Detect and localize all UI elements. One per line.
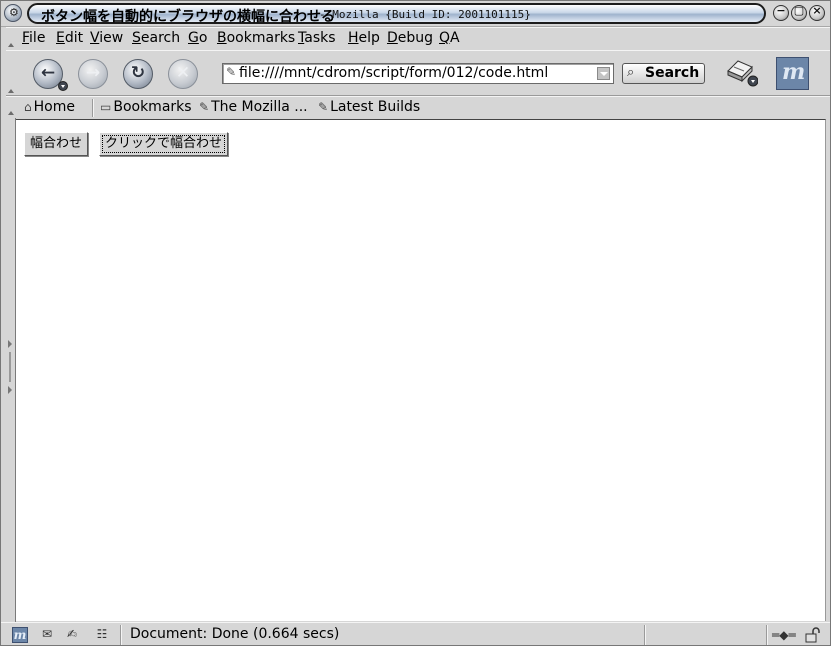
- sidebar-grip-bar[interactable]: [9, 352, 11, 382]
- personal-toolbar: ⌂ Home ▭ Bookmarks ✎ The Mozilla ... ✎ Lates…: [6, 96, 831, 118]
- menu-go[interactable]: Go: [188, 30, 207, 46]
- menu-debug[interactable]: Debug: [387, 30, 433, 46]
- throbber-letter: m: [782, 59, 806, 85]
- stop-button[interactable]: ✕: [168, 59, 198, 89]
- window-menu-icon: ⚙: [9, 6, 19, 19]
- minimize-button[interactable]: −: [773, 4, 789, 21]
- online-status-icon[interactable]: ═◆═: [772, 628, 796, 642]
- sidebar-splitter[interactable]: [0, 118, 16, 622]
- stop-icon: ✕: [175, 63, 191, 83]
- mozilla-throbber-icon[interactable]: m: [776, 57, 809, 90]
- address-book-icon[interactable]: ☷: [93, 627, 111, 643]
- title-bar: ⚙ ボタン幅を自動的にブラウザの横幅に合わせる - Mozilla {Build…: [0, 0, 831, 27]
- reload-button[interactable]: ↻: [123, 59, 153, 89]
- menu-bar: File Edit View Search Go Bookmarks Tasks…: [6, 27, 831, 50]
- bookmarks-button[interactable]: ▭ Bookmarks: [100, 99, 192, 115]
- navigation-toolbar: ← → ↻ ✕ ✎ file:////mnt/cdrom/script/form…: [6, 50, 831, 96]
- home-label: Home: [33, 99, 75, 115]
- mail-icon[interactable]: ✉: [38, 627, 56, 643]
- menu-view[interactable]: View: [90, 30, 123, 46]
- menu-help[interactable]: Help: [348, 30, 380, 46]
- window-app-title: - Mozilla {Build ID: 2001101115}: [319, 8, 531, 21]
- navbar-grip[interactable]: [6, 51, 14, 97]
- menubar-grip[interactable]: [6, 28, 14, 51]
- maximize-icon: ▢: [793, 4, 805, 17]
- search-button-label: Search: [645, 65, 700, 81]
- bookmark-the-mozilla-label: The Mozilla ...: [211, 99, 308, 115]
- title-pill[interactable]: ボタン幅を自動的にブラウザの横幅に合わせる - Mozilla {Build I…: [27, 3, 766, 25]
- folder-icon: ▭: [100, 100, 112, 114]
- security-lock-icon[interactable]: [805, 627, 821, 643]
- menu-search[interactable]: Search: [132, 30, 180, 46]
- minimize-icon: −: [776, 4, 786, 17]
- composer-icon[interactable]: ✍: [63, 627, 81, 643]
- search-button[interactable]: ⌕ Search: [622, 63, 705, 84]
- close-button[interactable]: ×: [809, 4, 825, 21]
- back-arrow-icon: ←: [40, 63, 56, 83]
- bookmarks-label: Bookmarks: [113, 99, 192, 115]
- bookmark-the-mozilla[interactable]: ✎ The Mozilla ...: [199, 99, 308, 115]
- status-separator: [766, 625, 768, 645]
- forward-button[interactable]: →: [78, 59, 108, 89]
- navigator-icon[interactable]: m: [12, 627, 28, 643]
- maximize-button[interactable]: ▢: [791, 4, 807, 21]
- forward-arrow-icon: →: [85, 63, 101, 83]
- close-icon: ×: [812, 4, 822, 17]
- back-dropdown-icon[interactable]: [58, 81, 68, 91]
- status-separator: [120, 625, 122, 645]
- menu-file[interactable]: File: [22, 30, 45, 46]
- magnifier-icon: ⌕: [627, 65, 635, 80]
- click-to-fit-width-button[interactable]: クリックで幅合わせ: [99, 132, 229, 156]
- bookmark-latest-builds[interactable]: ✎ Latest Builds: [318, 99, 420, 115]
- url-input[interactable]: file:////mnt/cdrom/script/form/012/code.…: [239, 65, 548, 81]
- window-title: ボタン幅を自動的にブラウザの横幅に合わせる: [41, 9, 335, 25]
- bookmark-link-icon: ✎: [318, 100, 329, 114]
- status-separator: [644, 625, 646, 645]
- window-menu-button[interactable]: ⚙: [4, 4, 22, 22]
- status-bar: m ✉ ✍ ☷ Document: Done (0.664 secs) ═◆═: [0, 622, 831, 646]
- toolbar-separator: [92, 99, 94, 117]
- menu-edit[interactable]: Edit: [56, 30, 83, 46]
- page-content: 幅合わせ クリックで幅合わせ: [16, 119, 826, 621]
- bookmark-latest-builds-label: Latest Builds: [330, 99, 421, 115]
- sidebar-expand-arrow-icon[interactable]: [8, 386, 12, 394]
- fit-width-button[interactable]: 幅合わせ: [24, 132, 89, 156]
- url-bar[interactable]: ✎ file:////mnt/cdrom/script/form/012/cod…: [222, 63, 614, 84]
- url-history-dropdown-icon[interactable]: [597, 67, 610, 80]
- menu-qa[interactable]: QA: [439, 30, 460, 46]
- home-icon: ⌂: [24, 100, 32, 114]
- status-text: Document: Done (0.664 secs): [130, 626, 340, 642]
- personal-toolbar-grip[interactable]: [6, 97, 14, 119]
- menu-bookmarks[interactable]: Bookmarks: [217, 30, 295, 46]
- home-button[interactable]: ⌂ Home: [24, 99, 75, 115]
- sidebar-expand-arrow-icon[interactable]: [8, 340, 12, 348]
- page-proxy-icon[interactable]: ✎: [226, 65, 236, 79]
- bookmark-link-icon: ✎: [199, 100, 210, 114]
- menu-tasks[interactable]: Tasks: [298, 30, 336, 46]
- reload-icon: ↻: [130, 63, 146, 83]
- print-icon[interactable]: [724, 57, 758, 87]
